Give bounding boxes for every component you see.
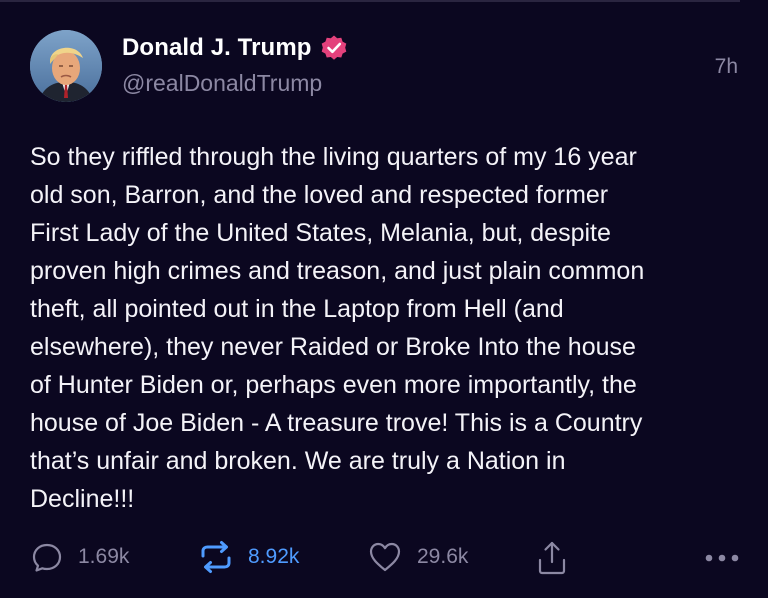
action-bar: 1.69k 8.92k 29.6k	[30, 540, 742, 580]
verified-badge-icon	[320, 34, 348, 62]
author-name-row: Donald J. Trump	[122, 34, 348, 62]
avatar-image	[30, 30, 102, 102]
share-button[interactable]	[536, 540, 568, 576]
like-button[interactable]: 29.6k	[367, 540, 468, 574]
reply-count: 1.69k	[78, 545, 130, 568]
retweet-count: 8.92k	[248, 545, 300, 568]
reply-button[interactable]: 1.69k	[30, 540, 129, 574]
top-divider	[0, 0, 740, 2]
author-display-name[interactable]: Donald J. Trump	[122, 34, 312, 62]
retweet-button[interactable]: 8.92k	[198, 540, 299, 574]
more-options-button[interactable]	[702, 540, 742, 574]
share-icon	[536, 540, 568, 576]
post-timestamp[interactable]: 7h	[715, 55, 738, 79]
reply-icon	[30, 540, 64, 574]
more-icon	[702, 540, 742, 574]
like-count: 29.6k	[417, 545, 469, 568]
author-handle[interactable]: @realDonaldTrump	[122, 70, 322, 97]
avatar[interactable]	[30, 30, 102, 102]
heart-icon	[367, 540, 403, 574]
post-text: So they riffled through the living quart…	[30, 143, 645, 513]
retweet-icon	[198, 540, 234, 574]
